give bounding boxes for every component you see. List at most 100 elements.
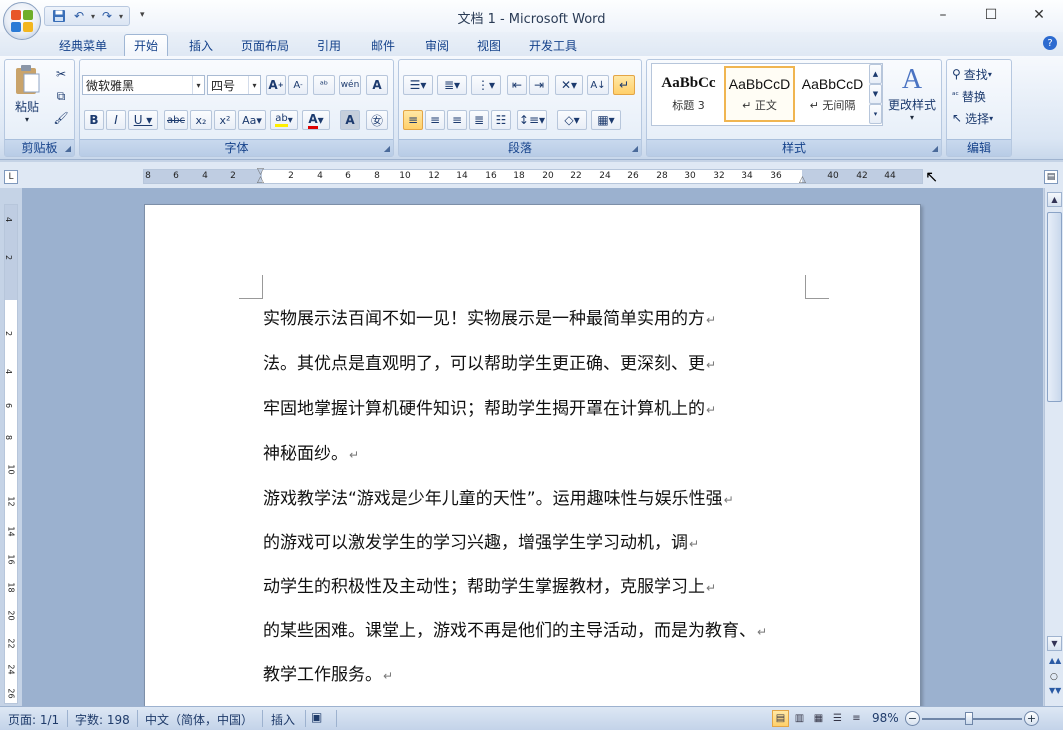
tab-developer[interactable]: 开发工具 xyxy=(520,34,586,56)
zoom-level[interactable]: 98% xyxy=(872,711,899,725)
tab-mailings[interactable]: 邮件 xyxy=(362,34,404,56)
undo-icon[interactable]: ↶ xyxy=(71,8,87,24)
replace-button[interactable]: ᵃᶜ 替换 xyxy=(951,86,1009,106)
macro-record-icon[interactable]: ▣ xyxy=(311,710,322,724)
document-line[interactable]: 法。其优点是直观明了，可以帮助学生更正确、更深刻、更↵ xyxy=(263,349,716,374)
borders-icon[interactable]: ▦▾ xyxy=(591,110,621,130)
format-painter-icon[interactable]: 🖌 xyxy=(51,108,71,128)
styles-up-icon[interactable]: ▲ xyxy=(869,64,882,84)
styles-down-icon[interactable]: ▼ xyxy=(869,84,882,104)
status-insert-mode[interactable]: 插入 xyxy=(271,711,295,728)
full-screen-reading-icon[interactable]: ▥ xyxy=(791,710,808,727)
bullets-icon[interactable]: ☰▾ xyxy=(403,75,433,95)
styles-more-icon[interactable]: ▾ xyxy=(869,104,882,124)
clear-format-icon[interactable]: ᵃᵇ xyxy=(313,75,335,95)
align-center-icon[interactable]: ≡ xyxy=(425,110,445,130)
font-color-icon[interactable]: A ▾ xyxy=(302,110,330,130)
numbering-icon[interactable]: ≣▾ xyxy=(437,75,467,95)
document-page[interactable]: 实物展示法百闻不如一见！实物展示是一种最简单实用的方↵ 法。其优点是直观明了，可… xyxy=(144,204,921,714)
status-word-count[interactable]: 字数: 198 xyxy=(75,711,130,728)
shrink-font-icon[interactable]: A- xyxy=(288,75,308,95)
select-button[interactable]: ↖ 选择 ▾ xyxy=(951,108,1009,128)
redo-icon[interactable]: ↷ xyxy=(99,8,115,24)
document-line[interactable]: 动学生的积极性及主动性；帮助学生掌握教材，克服学习上↵ xyxy=(263,572,716,597)
subscript-icon[interactable]: x₂ xyxy=(190,110,212,130)
tab-home[interactable]: 开始 xyxy=(124,34,169,56)
paste-button[interactable]: 粘贴 ▾ xyxy=(9,64,45,134)
vertical-ruler[interactable]: 4 2 2 4 6 8 10 12 14 16 18 20 22 24 26 xyxy=(4,204,18,704)
tab-references[interactable]: 引用 xyxy=(308,34,350,56)
show-marks-icon[interactable]: ↵ xyxy=(613,75,635,95)
close-button[interactable]: ✕ xyxy=(1016,0,1062,30)
superscript-icon[interactable]: x² xyxy=(214,110,236,130)
change-styles-button[interactable]: A 更改样式 ▾ xyxy=(885,64,939,134)
distributed-icon[interactable]: ☷ xyxy=(491,110,511,130)
zoom-in-icon[interactable]: + xyxy=(1024,711,1039,726)
strikethrough-icon[interactable]: abc xyxy=(164,110,188,130)
vertical-scrollbar[interactable]: ▲ ▼ ▲▲ ○ ▼▼ xyxy=(1044,188,1063,706)
style-normal[interactable]: AaBbCcD ↵ 正文 xyxy=(724,66,795,122)
tab-classic-menu[interactable]: 经典菜单 xyxy=(50,34,116,56)
find-button[interactable]: ⚲ 查找 ▾ xyxy=(951,64,1009,84)
underline-icon[interactable]: U ▾ xyxy=(128,110,158,130)
bold-icon[interactable]: B xyxy=(84,110,104,130)
next-page-icon[interactable]: ▼▼ xyxy=(1049,686,1061,695)
italic-icon[interactable]: I xyxy=(106,110,126,130)
scroll-up-icon[interactable]: ▲ xyxy=(1047,192,1062,207)
align-left-icon[interactable]: ≡ xyxy=(403,110,423,130)
scroll-down-icon[interactable]: ▼ xyxy=(1047,636,1062,651)
cut-icon[interactable]: ✂ xyxy=(51,64,71,84)
web-layout-icon[interactable]: ▦ xyxy=(810,710,827,727)
tab-view[interactable]: 视图 xyxy=(468,34,510,56)
decrease-indent-icon[interactable]: ⇤ xyxy=(507,75,527,95)
grow-font-icon[interactable]: A + xyxy=(266,75,286,95)
font-name-combo[interactable]: 微软雅黑 ▾ xyxy=(82,75,205,95)
line-spacing-icon[interactable]: ↕≡▾ xyxy=(517,110,547,130)
print-layout-view-icon[interactable]: ▤ xyxy=(772,710,789,727)
help-icon[interactable]: ? xyxy=(1043,36,1057,50)
zoom-slider-thumb[interactable] xyxy=(965,712,973,725)
maximize-button[interactable]: ☐ xyxy=(968,0,1014,30)
tab-insert[interactable]: 插入 xyxy=(180,34,222,56)
tab-review[interactable]: 审阅 xyxy=(416,34,458,56)
highlight-icon[interactable]: ab ▾ xyxy=(270,110,298,130)
zoom-out-icon[interactable]: − xyxy=(905,711,920,726)
char-border-icon[interactable]: A xyxy=(366,75,388,95)
align-right-icon[interactable]: ≡ xyxy=(447,110,467,130)
document-line[interactable]: 的游戏可以激发学生的学习兴趣，增强学生学习动机，调↵ xyxy=(263,528,699,553)
style-heading3[interactable]: AaBbCc 标题 3 xyxy=(653,66,724,122)
left-indent-marker[interactable]: △ xyxy=(257,175,264,185)
document-line[interactable]: 神秘面纱。↵ xyxy=(263,439,359,464)
undo-dropdown-icon[interactable]: ▾ xyxy=(91,12,95,21)
sort-icon[interactable]: A↓ xyxy=(587,75,609,95)
tab-selector-icon[interactable]: L xyxy=(4,170,18,184)
font-size-combo[interactable]: 四号 ▾ xyxy=(207,75,261,95)
font-launcher-icon[interactable]: ◢ xyxy=(384,144,390,153)
office-button[interactable] xyxy=(3,2,41,40)
document-line[interactable]: 实物展示法百闻不如一见！实物展示是一种最简单实用的方↵ xyxy=(263,304,716,329)
copy-icon[interactable]: ⧉ xyxy=(51,86,71,106)
change-case-icon[interactable]: Aa▾ xyxy=(238,110,266,130)
draft-view-icon[interactable]: ≡ xyxy=(848,710,865,727)
save-icon[interactable] xyxy=(51,8,67,24)
justify-icon[interactable]: ≣ xyxy=(469,110,489,130)
styles-launcher-icon[interactable]: ◢ xyxy=(932,144,938,153)
char-shading-icon[interactable]: A xyxy=(340,110,360,130)
multilevel-list-icon[interactable]: ⋮▾ xyxy=(471,75,501,95)
scroll-thumb[interactable] xyxy=(1047,212,1062,402)
enclose-char-icon[interactable]: ㊛ xyxy=(366,110,388,130)
right-indent-marker[interactable]: △ xyxy=(799,175,806,185)
document-line[interactable]: 的某些困难。课堂上，游戏不再是他们的主导活动，而是为教育、↵ xyxy=(263,616,767,641)
select-browse-object-icon[interactable]: ○ xyxy=(1050,672,1058,682)
paragraph-launcher-icon[interactable]: ◢ xyxy=(632,144,638,153)
minimize-button[interactable]: – xyxy=(920,0,966,30)
redo-dropdown-icon[interactable]: ▾ xyxy=(119,12,123,21)
previous-page-icon[interactable]: ▲▲ xyxy=(1049,656,1061,665)
view-ruler-icon[interactable]: ▤ xyxy=(1044,170,1058,184)
status-page[interactable]: 页面: 1/1 xyxy=(8,711,59,728)
document-line[interactable]: 牢固地掌握计算机硬件知识；帮助学生揭开罩在计算机上的↵ xyxy=(263,394,716,419)
style-no-spacing[interactable]: AaBbCcD ↵ 无间隔 xyxy=(797,66,868,122)
document-line[interactable]: 游戏教学法“游戏是少年儿童的天性”。运用趣味性与娱乐性强↵ xyxy=(263,484,734,509)
shading-icon[interactable]: ◇▾ xyxy=(557,110,587,130)
outline-view-icon[interactable]: ☰ xyxy=(829,710,846,727)
